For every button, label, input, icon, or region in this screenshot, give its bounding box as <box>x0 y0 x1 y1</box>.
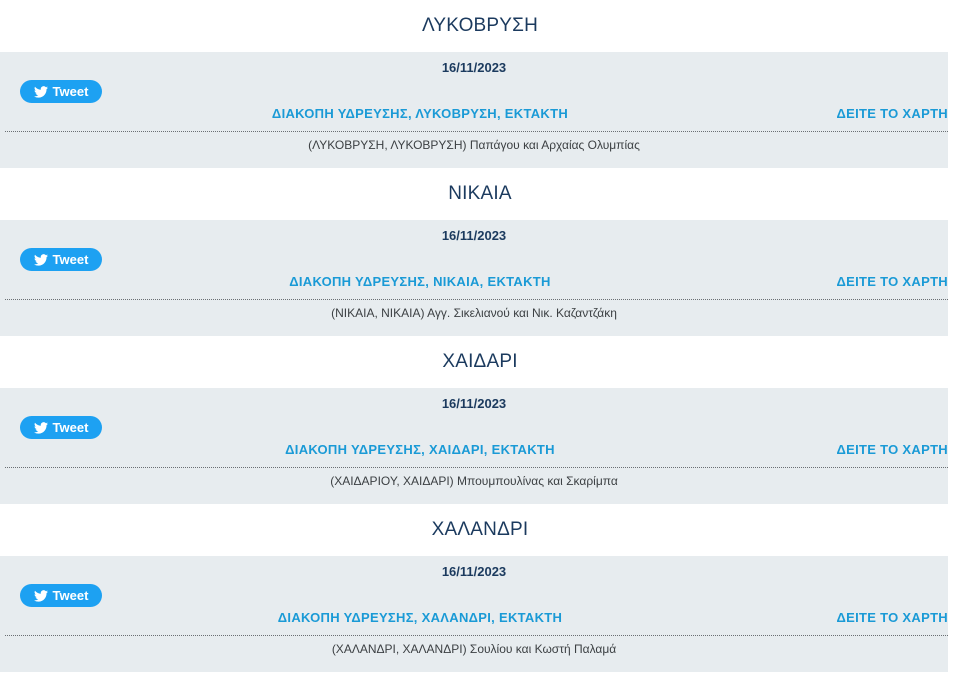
outage-list: ΛΥΚΟΒΡΥΣΗ 16/11/2023 Tweet ΔΙΑΚΟΠΗ ΥΔΡΕΥ… <box>0 0 960 688</box>
dotted-divider <box>5 467 948 468</box>
area-title: ΧΑΙΔΑΡΙ <box>442 351 518 372</box>
outage-headline-link[interactable]: ΔΙΑΚΟΠΗ ΥΔΡΕΥΣΗΣ, ΛΥΚΟΒΡΥΣΗ, ΕΚΤΑΚΤΗ <box>0 106 840 121</box>
outage-section: ΧΑΛΑΝΔΡΙ 16/11/2023 Tweet ΔΙΑΚΟΠΗ ΥΔΡΕΥΣ… <box>0 504 960 672</box>
see-map-link[interactable]: ΔΕΙΤΕ ΤΟ ΧΑΡΤΗ <box>828 274 948 289</box>
twitter-bird-icon <box>33 421 48 434</box>
outage-date: 16/11/2023 <box>441 564 507 579</box>
tweet-button[interactable]: Tweet <box>20 416 102 439</box>
outage-card: 16/11/2023 Tweet ΔΙΑΚΟΠΗ ΥΔΡΕΥΣΗΣ, ΝΙΚΑΙ… <box>0 220 948 336</box>
twitter-bird-icon <box>33 85 48 98</box>
outage-date: 16/11/2023 <box>441 396 507 411</box>
outage-address: (ΝΙΚΑΙΑ, ΝΙΚΑΙΑ) Αγγ. Σικελιανού και Νικ… <box>331 306 617 320</box>
see-map-link[interactable]: ΔΕΙΤΕ ΤΟ ΧΑΡΤΗ <box>828 610 948 625</box>
outage-card: 16/11/2023 Tweet ΔΙΑΚΟΠΗ ΥΔΡΕΥΣΗΣ, ΧΑΙΔΑ… <box>0 388 948 504</box>
outage-headline-link[interactable]: ΔΙΑΚΟΠΗ ΥΔΡΕΥΣΗΣ, ΝΙΚΑΙΑ, ΕΚΤΑΚΤΗ <box>0 274 840 289</box>
tweet-label: Tweet <box>52 420 89 435</box>
area-title: ΧΑΛΑΝΔΡΙ <box>431 519 529 540</box>
tweet-label: Tweet <box>52 84 89 99</box>
outage-card: 16/11/2023 Tweet ΔΙΑΚΟΠΗ ΥΔΡΕΥΣΗΣ, ΛΥΚΟΒ… <box>0 52 948 168</box>
see-map-link[interactable]: ΔΕΙΤΕ ΤΟ ΧΑΡΤΗ <box>828 442 948 457</box>
outage-date: 16/11/2023 <box>441 228 507 243</box>
outage-headline-link[interactable]: ΔΙΑΚΟΠΗ ΥΔΡΕΥΣΗΣ, ΧΑΛΑΝΔΡΙ, ΕΚΤΑΚΤΗ <box>0 610 840 625</box>
tweet-label: Tweet <box>52 588 89 603</box>
dotted-divider <box>5 299 948 300</box>
outage-section: ΝΙΚΑΙΑ 16/11/2023 Tweet ΔΙΑΚΟΠΗ ΥΔΡΕΥΣΗΣ… <box>0 168 960 336</box>
outage-date: 16/11/2023 <box>441 60 507 75</box>
twitter-bird-icon <box>33 589 48 602</box>
outage-card: 16/11/2023 Tweet ΔΙΑΚΟΠΗ ΥΔΡΕΥΣΗΣ, ΧΑΛΑΝ… <box>0 556 948 672</box>
area-title: ΛΥΚΟΒΡΥΣΗ <box>421 15 539 36</box>
outage-headline-link[interactable]: ΔΙΑΚΟΠΗ ΥΔΡΕΥΣΗΣ, ΧΑΙΔΑΡΙ, ΕΚΤΑΚΤΗ <box>0 442 840 457</box>
tweet-button[interactable]: Tweet <box>20 584 102 607</box>
area-title: ΝΙΚΑΙΑ <box>448 183 512 204</box>
outage-address: (ΛΥΚΟΒΡΥΣΗ, ΛΥΚΟΒΡΥΣΗ) Παπάγου και Αρχαί… <box>308 138 640 152</box>
outage-section: ΧΑΙΔΑΡΙ 16/11/2023 Tweet ΔΙΑΚΟΠΗ ΥΔΡΕΥΣΗ… <box>0 336 960 504</box>
tweet-label: Tweet <box>52 252 89 267</box>
outage-address: (ΧΑΙΔΑΡΙΟΥ, ΧΑΙΔΑΡΙ) Μπουμπουλίνας και Σ… <box>330 474 618 488</box>
dotted-divider <box>5 131 948 132</box>
see-map-link[interactable]: ΔΕΙΤΕ ΤΟ ΧΑΡΤΗ <box>828 106 948 121</box>
outage-section: ΛΥΚΟΒΡΥΣΗ 16/11/2023 Tweet ΔΙΑΚΟΠΗ ΥΔΡΕΥ… <box>0 0 960 168</box>
twitter-bird-icon <box>33 253 48 266</box>
tweet-button[interactable]: Tweet <box>20 248 102 271</box>
tweet-button[interactable]: Tweet <box>20 80 102 103</box>
outage-address: (ΧΑΛΑΝΔΡΙ, ΧΑΛΑΝΔΡΙ) Σουλίου και Κωστή Π… <box>331 642 617 656</box>
dotted-divider <box>5 635 948 636</box>
